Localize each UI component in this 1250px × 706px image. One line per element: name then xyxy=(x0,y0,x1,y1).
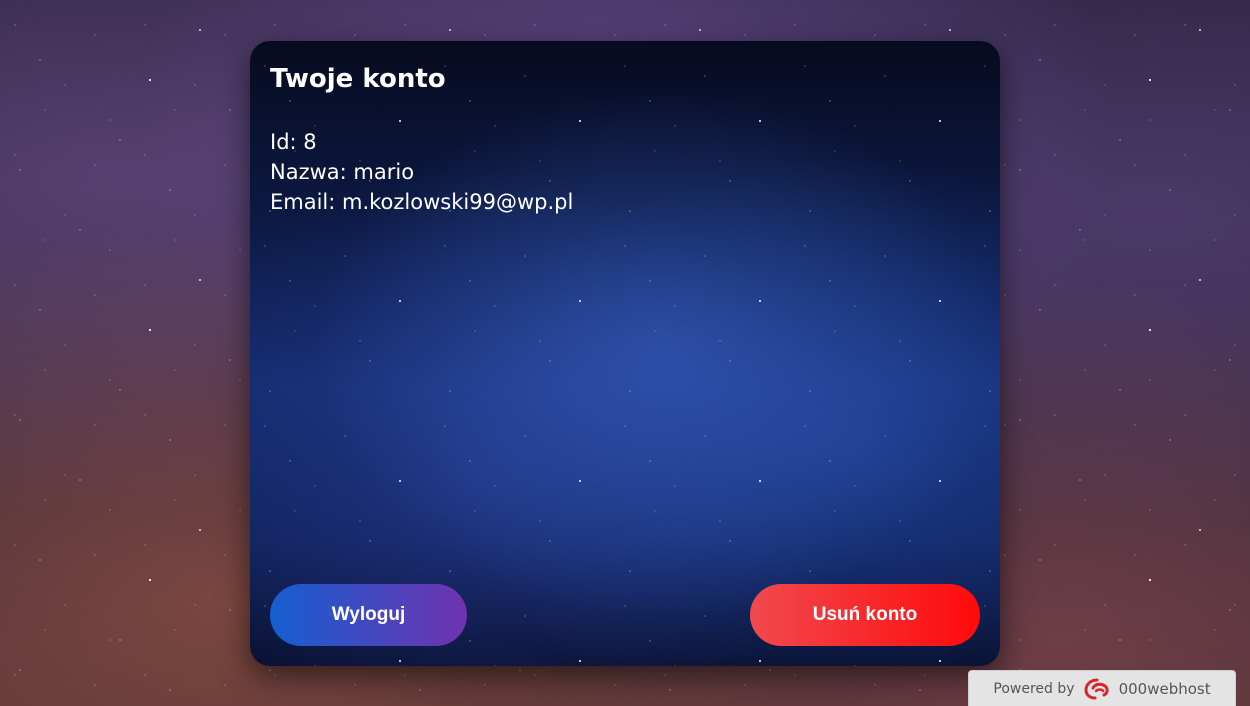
000webhost-logo-icon xyxy=(1083,677,1111,701)
logout-button[interactable]: Wyloguj xyxy=(270,584,467,646)
account-info: Id: 8 Nazwa: mario Email: m.kozlowski99@… xyxy=(270,127,980,217)
powered-by-badge[interactable]: Powered by 000webhost xyxy=(968,670,1236,706)
delete-account-button[interactable]: Usuń konto xyxy=(750,584,980,646)
account-card: Twoje konto Id: 8 Nazwa: mario Email: m.… xyxy=(250,41,1000,666)
powered-by-brand: 000webhost xyxy=(1118,679,1211,698)
account-name: Nazwa: mario xyxy=(270,160,415,184)
page-title: Twoje konto xyxy=(270,64,446,94)
card-content: Twoje konto Id: 8 Nazwa: mario Email: m.… xyxy=(250,41,1000,666)
account-email: Email: m.kozlowski99@wp.pl xyxy=(270,190,574,214)
account-id: Id: 8 xyxy=(270,130,317,154)
powered-by-label: Powered by xyxy=(993,680,1075,697)
